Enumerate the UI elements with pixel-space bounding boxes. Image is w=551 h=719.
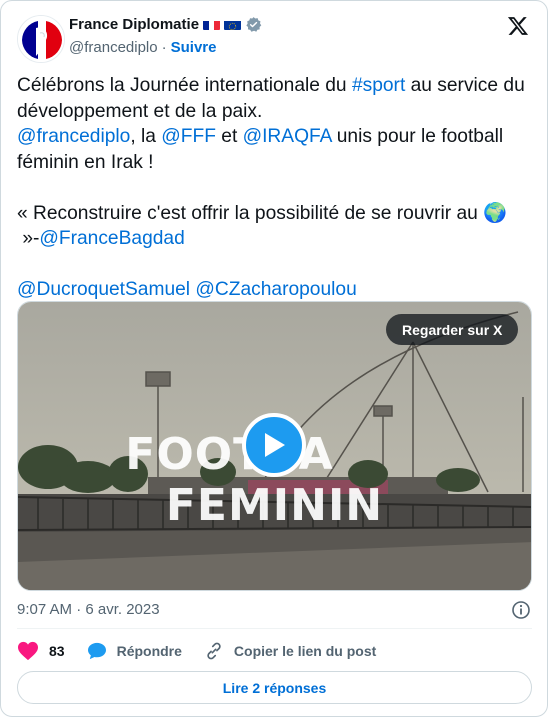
author-name-row: France Diplomatie (69, 16, 262, 33)
follow-button[interactable]: Suivre (171, 39, 217, 56)
tweet-text-segment: , la (130, 126, 162, 147)
tweet-text-segment: et (215, 126, 243, 147)
tweet-actions: 83 Répondre Copier le lien du post (17, 639, 376, 663)
mention-fff-link[interactable]: @FFF (161, 126, 216, 147)
mention-czacharopoulou-link[interactable]: @CZacharopoulou (195, 279, 356, 300)
tweet-text-segment: « Reconstruire c'est offrir la possibili… (17, 202, 484, 224)
author-display-name[interactable]: France Diplomatie (69, 16, 199, 33)
author-handle[interactable]: @francediplo (69, 39, 158, 56)
hashtag-sport-link[interactable]: #sport (352, 75, 405, 96)
watch-on-x-button[interactable]: Regarder sur X (386, 314, 519, 345)
eu-flag-icon (224, 19, 242, 30)
copy-link-label: Copier le lien du post (233, 643, 377, 659)
mention-francediplo-link[interactable]: @francediplo (17, 126, 130, 147)
link-icon (207, 642, 221, 660)
heart-icon (18, 641, 38, 661)
reply-bubble-icon (87, 642, 106, 660)
read-replies-button[interactable]: Lire 2 réponses (17, 671, 532, 704)
avatar[interactable] (17, 15, 65, 63)
reply-label: Répondre (116, 643, 182, 659)
reply-button[interactable]: Répondre (87, 642, 182, 660)
mention-francebagdad-link[interactable]: @FranceBagdad (39, 228, 184, 249)
tweet-card: France Diplomatie @francediplo · Suivre … (0, 0, 548, 717)
info-icon[interactable] (511, 600, 531, 620)
copy-link-button[interactable]: Copier le lien du post (204, 641, 376, 661)
author-handle-row: @francediplo · Suivre (69, 39, 216, 56)
divider (17, 628, 532, 629)
verified-badge-icon (245, 16, 262, 33)
tweet-text-segment: »- (17, 228, 40, 249)
marianne-logo-icon (18, 16, 64, 62)
mention-ducroquetsamuel-link[interactable]: @DucroquetSamuel (17, 279, 190, 300)
globe-emoji-icon: 🌍 (483, 202, 508, 224)
play-icon (265, 433, 285, 457)
tweet-text: Célébrons la Journée internationale du #… (17, 73, 532, 303)
tweet-text-segment: Célébrons la Journée internationale du (17, 75, 352, 96)
tweet-timestamp[interactable]: 9:07 AM · 6 avr. 2023 (17, 601, 160, 618)
france-flag-icon (203, 19, 221, 30)
likes-count: 83 (49, 643, 65, 659)
x-logo-icon[interactable] (507, 15, 529, 37)
handle-separator: · (161, 39, 167, 56)
play-button[interactable] (242, 413, 306, 477)
mention-iraqfa-link[interactable]: @IRAQFA (243, 126, 332, 147)
like-button[interactable]: 83 (17, 641, 65, 661)
